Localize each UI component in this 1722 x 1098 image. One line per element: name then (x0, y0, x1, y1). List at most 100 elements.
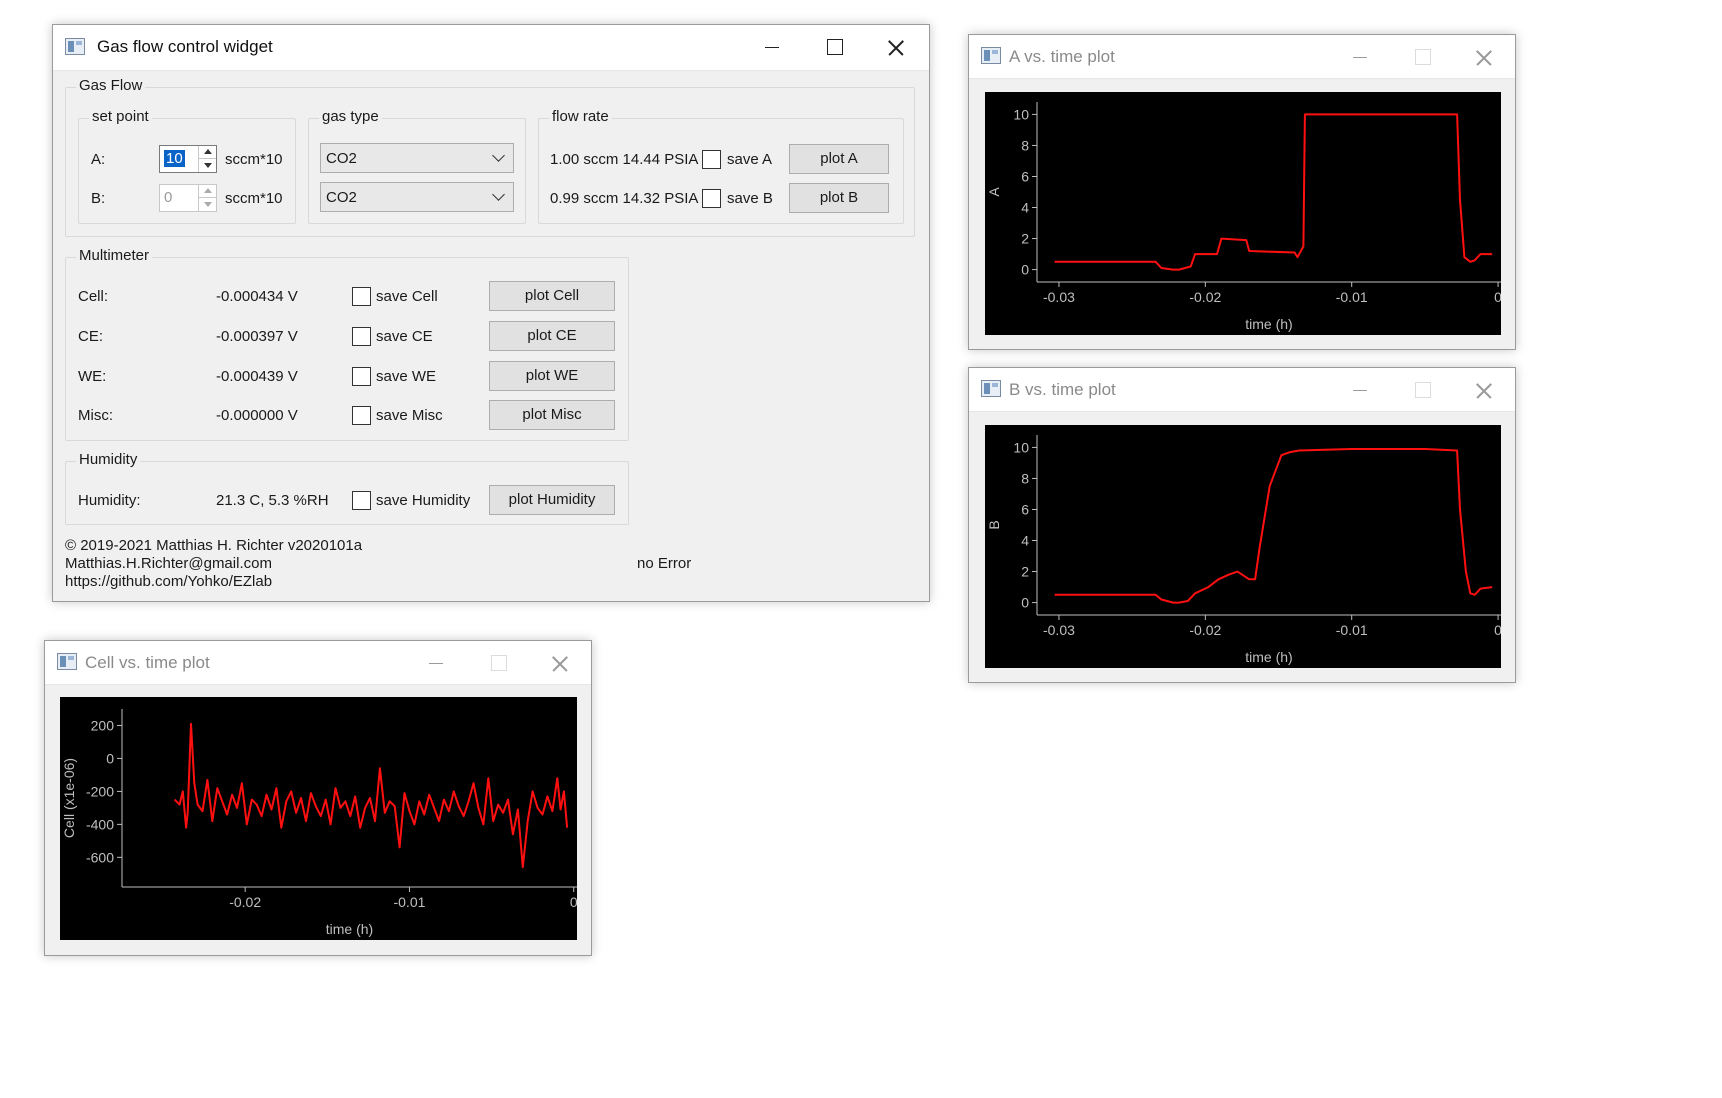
save-we-checkbox[interactable] (352, 367, 371, 386)
multimeter-title: Multimeter (76, 247, 153, 264)
title-bar[interactable]: A vs. time plot (969, 35, 1515, 79)
maximize-icon[interactable] (805, 25, 863, 69)
minimize-icon[interactable] (1331, 368, 1389, 412)
project-url: https://github.com/Yohko/EZlab (65, 573, 273, 590)
setpoint-a-spinbox[interactable]: 10 (159, 145, 217, 173)
set-point-group: set point A: 10 sccm*10 B: 0 sccm*10 (78, 108, 296, 224)
gas-type-a-select[interactable]: CO2 (320, 143, 514, 173)
flow-rate-a-value: 1.00 sccm 14.44 PSIA (550, 151, 699, 168)
minimize-icon[interactable] (743, 25, 801, 69)
plot-a-button[interactable]: plot A (789, 144, 889, 174)
close-icon[interactable] (1455, 368, 1513, 412)
flow-rate-b-value: 0.99 sccm 14.32 PSIA (550, 190, 699, 207)
plot-misc-button[interactable]: plot Misc (489, 400, 615, 430)
status-text: no Error (637, 555, 692, 572)
save-b-label: save B (727, 190, 773, 207)
save-ce-checkbox[interactable] (352, 327, 371, 346)
spin-up-icon[interactable] (198, 146, 216, 159)
setpoint-a-label: A: (91, 151, 106, 168)
a-plot-area: 0 2 4 6 8 10 -0.03 -0.02 -0.01 0 time (h) A (985, 92, 1501, 335)
data-line (1054, 113, 1493, 271)
save-a-label: save A (727, 151, 773, 168)
gas-type-b-select[interactable]: CO2 (320, 182, 514, 212)
humidity-label: Humidity: (78, 492, 141, 509)
plot-humidity-button[interactable]: plot Humidity (489, 485, 615, 515)
gas-flow-control-window: Gas flow control widget Gas Flow set poi… (52, 24, 930, 602)
maximize-icon[interactable] (469, 641, 527, 685)
plot-b-button[interactable]: plot B (789, 183, 889, 213)
plot-ce-button[interactable]: plot CE (489, 321, 615, 351)
close-icon[interactable] (1455, 35, 1513, 79)
close-icon[interactable] (867, 25, 925, 69)
a-vs-time-chart: 0 2 4 6 8 10 -0.03 -0.02 -0.01 0 time (h) A (986, 102, 1501, 332)
y-tick-label: 8 (1021, 137, 1029, 153)
save-misc-checkbox[interactable] (352, 406, 371, 425)
gas-type-group: gas type CO2 CO2 (308, 108, 526, 224)
window-app-icon (981, 47, 1001, 64)
window-app-icon (65, 38, 85, 55)
save-a-checkbox[interactable] (702, 150, 721, 169)
gas-flow-group: Gas Flow set point A: 10 sccm*10 B: 0 sc… (65, 77, 915, 237)
misc-value: -0.000000 V (216, 407, 298, 424)
ce-label: CE: (78, 328, 104, 345)
flow-rate-group: flow rate 1.00 sccm 14.44 PSIA save A pl… (538, 108, 904, 224)
gas-type-b-value: CO2 (326, 189, 357, 206)
y-tick-label: -200 (86, 783, 114, 799)
save-cell-checkbox[interactable] (352, 287, 371, 306)
data-line (173, 722, 569, 869)
y-tick-label: 4 (1021, 200, 1029, 216)
title-bar[interactable]: Gas flow control widget (53, 25, 929, 71)
window-app-icon (57, 653, 77, 670)
save-b-checkbox[interactable] (702, 189, 721, 208)
spin-up-icon[interactable] (198, 185, 216, 198)
setpoint-b-spinbox[interactable]: 0 (159, 184, 217, 212)
setpoint-a-unit: sccm*10 (225, 151, 283, 168)
cell-label: Cell: (78, 288, 109, 305)
window-title: B vs. time plot (1009, 380, 1116, 399)
minimize-icon[interactable] (407, 641, 465, 685)
flow-rate-title: flow rate (549, 108, 612, 125)
spin-down-icon[interactable] (198, 159, 216, 172)
x-tick-label: -0.01 (1336, 289, 1368, 305)
maximize-icon[interactable] (1393, 368, 1451, 412)
save-cell-label: save Cell (376, 288, 438, 305)
y-tick-label: 8 (1021, 470, 1029, 486)
gas-type-a-value: CO2 (326, 150, 357, 167)
close-icon[interactable] (531, 641, 589, 685)
title-bar[interactable]: Cell vs. time plot (45, 641, 591, 685)
copyright-text: © 2019-2021 Matthias H. Richter v2020101… (65, 537, 363, 554)
y-tick-label: 6 (1021, 168, 1029, 184)
y-tick-label: 10 (1013, 106, 1029, 122)
chevron-down-icon (492, 188, 505, 201)
x-tick-label: -0.01 (1336, 622, 1368, 638)
y-axis-label: A (986, 187, 1002, 197)
spin-down-icon[interactable] (198, 198, 216, 211)
maximize-icon[interactable] (1393, 35, 1451, 79)
y-tick-label: 200 (91, 717, 115, 733)
window-title: A vs. time plot (1009, 47, 1115, 66)
data-line (1054, 448, 1493, 604)
title-bar[interactable]: B vs. time plot (969, 368, 1515, 412)
x-axis-label: time (h) (1245, 649, 1292, 665)
setpoint-a-value: 10 (164, 150, 185, 167)
setpoint-b-unit: sccm*10 (225, 190, 283, 207)
author-email: Matthias.H.Richter@gmail.com (65, 555, 272, 572)
x-tick-label: 0 (1494, 622, 1501, 638)
save-humidity-checkbox[interactable] (352, 491, 371, 510)
minimize-icon[interactable] (1331, 35, 1389, 79)
y-tick-label: 10 (1013, 439, 1029, 455)
x-tick-label: -0.01 (393, 894, 425, 910)
we-label: WE: (78, 368, 107, 385)
save-misc-label: save Misc (376, 407, 443, 424)
y-axis-label: Cell (x1e-06) (61, 758, 77, 838)
window-title: Cell vs. time plot (85, 653, 210, 672)
plot-we-button[interactable]: plot WE (489, 361, 615, 391)
y-tick-label: 6 (1021, 501, 1029, 517)
y-tick-label: 2 (1021, 564, 1029, 580)
set-point-title: set point (89, 108, 152, 125)
b-plot-area: 0 2 4 6 8 10 -0.03 -0.02 -0.01 0 time (h) B (985, 425, 1501, 668)
x-tick-label: 0 (1494, 289, 1501, 305)
chevron-down-icon (492, 149, 505, 162)
plot-cell-button[interactable]: plot Cell (489, 281, 615, 311)
misc-label: Misc: (78, 407, 113, 424)
